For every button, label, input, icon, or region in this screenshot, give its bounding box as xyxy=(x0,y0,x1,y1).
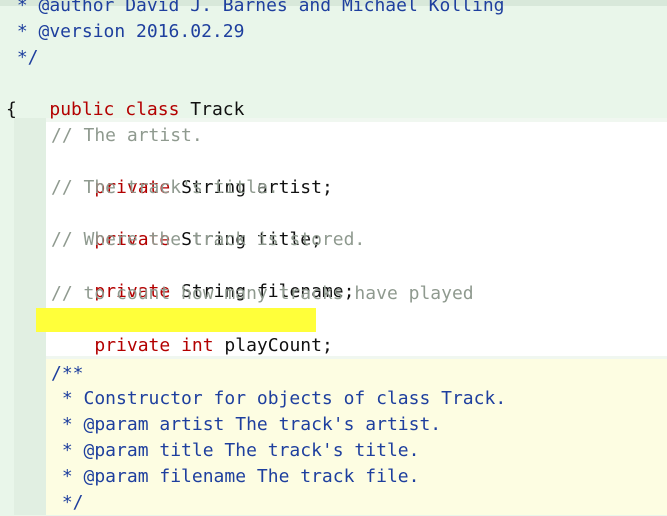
class-keyword: class xyxy=(125,99,180,120)
javadoc-line: * @param title The track's title. xyxy=(51,440,420,461)
javadoc-line: * @param filename The track file. xyxy=(51,466,420,487)
private-keyword: private xyxy=(94,335,171,356)
field-declaration-line: private String title; xyxy=(51,201,322,250)
class-name: Track xyxy=(190,99,245,120)
code-editor[interactable]: * @author David J. Barnes and Michael Kö… xyxy=(0,0,667,515)
javadoc-line: /** xyxy=(51,363,84,384)
field-name: playCount; xyxy=(224,335,333,356)
field-declaration-line: private String filename; xyxy=(51,253,354,302)
comment-end-line: */ xyxy=(6,47,39,68)
javadoc-line: * @param artist The track's artist. xyxy=(51,414,442,435)
field-declaration-line: private String artist; xyxy=(51,149,332,198)
field-comment-line: // The artist. xyxy=(51,125,203,146)
int-keyword: int xyxy=(181,335,214,356)
field-comment-line: // Where the track is stored. xyxy=(51,229,366,250)
author-comment-line: * @author David J. Barnes and Michael Kö… xyxy=(6,0,505,16)
highlighted-field-declaration-line: private int playCount; xyxy=(51,307,332,356)
javadoc-line: */ xyxy=(51,492,84,513)
version-comment-line: * @version 2016.02.29 xyxy=(6,21,245,42)
field-comment-line: // The track's title. xyxy=(51,177,279,198)
javadoc-line: * Constructor for objects of class Track… xyxy=(51,388,507,409)
public-keyword: public xyxy=(49,99,115,120)
field-comment-line: // to count how many tracks have played xyxy=(51,283,474,304)
open-brace-line: { xyxy=(6,99,17,120)
class-declaration-line: public class Track xyxy=(6,71,244,120)
